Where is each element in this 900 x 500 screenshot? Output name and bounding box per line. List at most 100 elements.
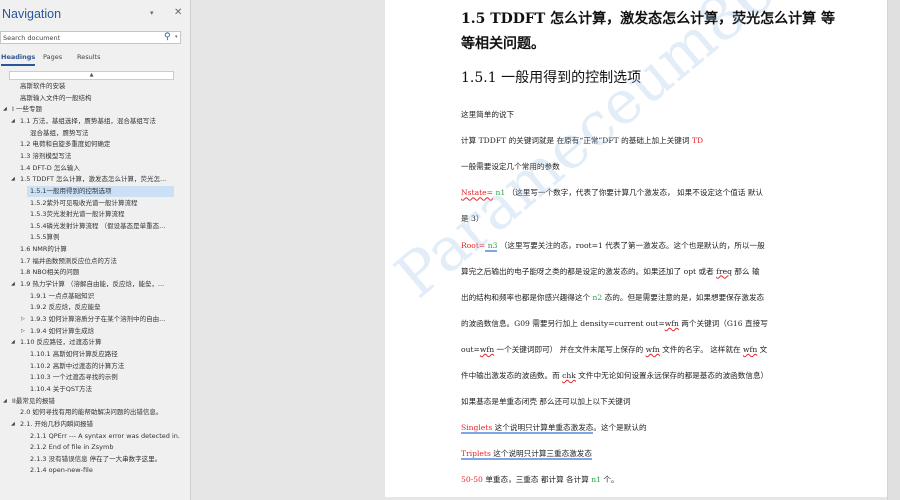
- heading-item-label: 1.6 NMR的计算: [20, 245, 67, 254]
- tab-headings[interactable]: Headings: [1, 53, 36, 66]
- heading-item[interactable]: 1.5.5算例: [0, 232, 180, 243]
- heading-item[interactable]: ◢ 1.1 方法，基组选择，赝势基组，混合基组写法: [0, 116, 180, 127]
- heading-item-label: 2.1.3 没有错误信息 停在了一大串数字这里。: [30, 454, 162, 463]
- search-input[interactable]: Search document ⚲ ▾: [0, 31, 181, 44]
- heading-item[interactable]: 2.1.4 open-new-file: [0, 465, 180, 476]
- text-run: 这里简单的说下: [461, 110, 515, 119]
- search-dropdown-icon[interactable]: ▾: [175, 34, 178, 40]
- heading-item-label: 混合基组，赝势写法: [30, 128, 89, 137]
- text-run: chk: [562, 371, 576, 380]
- heading-item[interactable]: 1.4 DFT-D 怎么输入: [0, 163, 180, 174]
- heading-item[interactable]: 混合基组，赝势写法: [0, 128, 180, 139]
- heading-item-label: 1.7 福井函数预测反应位点的方法: [20, 256, 117, 265]
- heading-item-label: 1.5.4磷光发射计算流程 （假设基态是单重态...: [30, 221, 166, 230]
- text-run: 这个说明只计算三重态激发态: [490, 449, 592, 461]
- heading-item[interactable]: 1.5.3荧光发射光谱一般计算流程: [0, 209, 180, 220]
- heading-item[interactable]: ▷ 1.9.3 如何计算溶质分子在某个溶剂中的自由...: [0, 314, 180, 325]
- text-run: 个。: [601, 475, 619, 485]
- heading-item[interactable]: 1.8 NBO相关的问题: [0, 267, 180, 278]
- tab-results[interactable]: Results: [77, 53, 100, 61]
- text-run: wfn: [645, 344, 660, 354]
- heading-item-label: 2.1.2 End of file in Zsymb: [30, 443, 114, 452]
- text-run: 文件的名字。 这样就在: [659, 344, 744, 354]
- heading-item[interactable]: ◢ II最常见的报错: [0, 396, 180, 407]
- heading-item[interactable]: 2.0 如何寻找有用的能帮助解决问题的出错信息。: [0, 407, 180, 418]
- expanded-arrow-icon[interactable]: ◢: [11, 116, 15, 127]
- heading-item-label: 1.10.3 一个过渡态寻找的示例: [30, 373, 118, 382]
- heading-item[interactable]: 2.1.3 没有错误信息 停在了一大串数字这里。: [0, 454, 180, 465]
- heading-1-line-2: 等相关问题。: [461, 36, 545, 52]
- text-run: 单重态，三重态 都计算 各计算: [482, 475, 592, 485]
- heading-item[interactable]: ▷ 1.9.4 如何计算生成焓: [0, 326, 180, 337]
- text-run: Root=: [461, 240, 486, 250]
- nav-scrollbar[interactable]: [182, 0, 190, 500]
- heading-item-label: 1.10.2 高斯中过渡态的计算方法: [30, 361, 125, 370]
- heading-item-label: 1.9.3 如何计算溶质分子在某个溶剂中的自由...: [30, 315, 166, 323]
- text-run: n2: [592, 292, 603, 302]
- heading-item[interactable]: 高斯输入文件的一般结构: [0, 93, 180, 104]
- tab-pages[interactable]: Pages: [43, 53, 62, 61]
- body-line: Triplets 这个说明只计算三重态激发态: [461, 448, 592, 461]
- text-run: 态的。但是需要注意的是，如果想要保存激发态: [602, 292, 765, 302]
- heading-item[interactable]: 高斯软件的安装: [0, 81, 180, 92]
- heading-item-label: 高斯软件的安装: [20, 82, 66, 90]
- expanded-arrow-icon[interactable]: ◢: [3, 396, 7, 407]
- body-line: 算完之后输出的电子能呀之类的都是设定的激发态的。如果还加了 opt 或者 fre…: [461, 266, 760, 277]
- text-run: 两个关键词（G16 直接写: [678, 318, 768, 328]
- heading-item[interactable]: 1.10.4 关于QST方法: [0, 384, 180, 395]
- text-run: 的波函数信息。G09 需要另行加上 density=current out=: [461, 318, 665, 328]
- expanded-arrow-icon[interactable]: ◢: [11, 279, 15, 290]
- heading-item[interactable]: ◢ I 一些专题: [0, 104, 180, 115]
- expanded-arrow-icon[interactable]: ◢: [3, 104, 7, 115]
- heading-item[interactable]: 1.2 电荷和自旋多重度如何确定: [0, 139, 180, 150]
- text-run: 。这个是默认的: [593, 423, 647, 433]
- pane-options-icon[interactable]: ▾: [150, 9, 154, 17]
- heading-item-label: 1.5.2紫外可见吸收光谱一般计算流程: [30, 198, 138, 207]
- heading-item[interactable]: 1.7 福井函数预测反应位点的方法: [0, 256, 180, 267]
- text-run: wfn: [664, 318, 679, 328]
- heading-item-label: 1.4 DFT-D 怎么输入: [20, 163, 80, 172]
- body-line: 50-50 单重态，三重态 都计算 各计算 n1 个。: [461, 474, 619, 485]
- heading-item[interactable]: 1.3 溶剂模型写法: [0, 151, 180, 162]
- document-scrollbar[interactable]: [887, 0, 900, 500]
- heading-item[interactable]: ◢ 2.1. 开始几秒内瞬间报错: [0, 419, 180, 430]
- heading-item[interactable]: 2.1.1 QPErr --- A syntax error was detec…: [0, 431, 180, 442]
- heading-item-label: 1.10.1 高斯如何计算反应路径: [30, 349, 118, 358]
- heading-item[interactable]: 2.1.2 End of file in Zsymb: [0, 442, 180, 453]
- heading-item-label: 1.5.3荧光发射光谱一般计算流程: [30, 210, 125, 219]
- text-run: n3: [485, 240, 498, 252]
- heading-item[interactable]: 1.5.4磷光发射计算流程 （假设基态是单重态...: [0, 221, 180, 232]
- text-run: 是 3）: [461, 214, 484, 224]
- text-run: 文件中无论如何设置永远保存的都是基态的波函数信息）: [575, 371, 769, 380]
- heading-item[interactable]: 1.10.3 一个过渡态寻找的示例: [0, 372, 180, 383]
- body-line: 件中输出激发态的波函数。而 chk 文件中无论如何设置永远保存的都是基态的波函数…: [461, 370, 768, 381]
- text-run: 那么 输: [731, 266, 760, 276]
- text-run: Singlets: [461, 423, 493, 435]
- heading-item-label: 1.10 反应路径，过渡态计算: [20, 338, 102, 347]
- heading-item[interactable]: 1.9.1 一点点基础知识: [0, 291, 180, 302]
- expanded-arrow-icon[interactable]: ◢: [11, 174, 15, 185]
- text-run: 件中输出激发态的波函数。而: [461, 371, 563, 380]
- heading-item[interactable]: 1.5.1一般用得到的控制选项: [27, 185, 174, 197]
- expanded-arrow-icon[interactable]: ◢: [11, 419, 15, 430]
- collapsed-arrow-icon[interactable]: ▷: [21, 314, 25, 325]
- heading-item-label: II最常见的报错: [12, 396, 55, 405]
- collapse-all-button[interactable]: ▲: [9, 71, 174, 80]
- body-line: 如果基态是单重态闭壳 那么还可以加上以下关键词: [461, 396, 630, 407]
- expanded-arrow-icon[interactable]: ◢: [11, 337, 15, 348]
- heading-item[interactable]: 1.5.2紫外可见吸收光谱一般计算流程: [0, 198, 180, 209]
- text-run: n1: [591, 475, 602, 485]
- text-run: out=: [461, 344, 480, 354]
- heading-item[interactable]: 1.6 NMR的计算: [0, 244, 180, 255]
- heading-item[interactable]: ◢ 1.9 热力学计算 （溶解自由能，反应焓，能垒，...: [0, 279, 180, 290]
- heading-item[interactable]: ◢ 1.5 TDDFT 怎么计算，激发态怎么计算，荧光怎...: [0, 174, 180, 185]
- heading-item[interactable]: 1.10.1 高斯如何计算反应路径: [0, 349, 180, 360]
- heading-item[interactable]: ◢ 1.10 反应路径，过渡态计算: [0, 337, 180, 348]
- heading-item[interactable]: 1.10.2 高斯中过渡态的计算方法: [0, 361, 180, 372]
- heading-item-label: 1.3 溶剂模型写法: [20, 151, 72, 160]
- collapsed-arrow-icon[interactable]: ▷: [21, 326, 25, 337]
- body-line: 出的结构和频率也都是你感兴趣得这个 n2 态的。但是需要注意的是，如果想要保存激…: [461, 292, 764, 303]
- heading-item[interactable]: 1.9.2 反应焓，反应能垒: [0, 302, 180, 313]
- heading-item-label: 1.2 电荷和自旋多重度如何确定: [20, 140, 111, 149]
- search-icon[interactable]: ⚲: [164, 32, 171, 42]
